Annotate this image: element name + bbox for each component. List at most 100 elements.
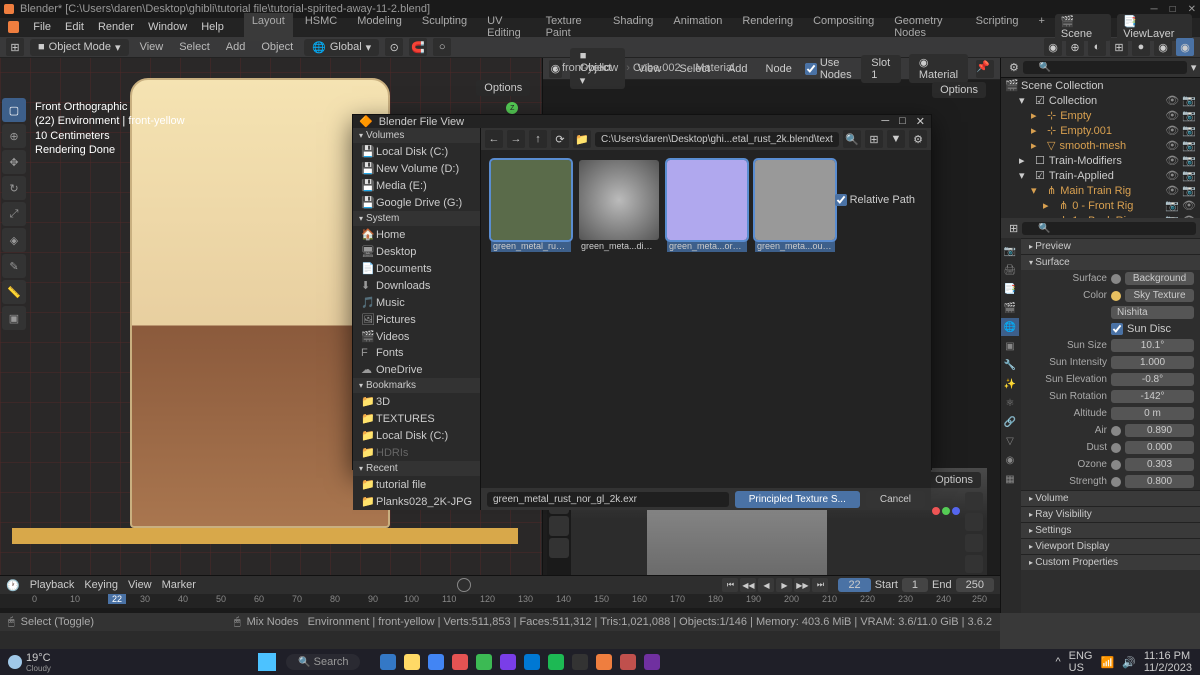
- slider[interactable]: 0.890: [1125, 424, 1194, 437]
- material-tab-icon[interactable]: ◉: [1001, 451, 1019, 469]
- slot-select[interactable]: Slot 1: [861, 55, 901, 83]
- outliner-row[interactable]: ▸⊹Empty.001👁 📷: [1001, 123, 1200, 138]
- jump-end-icon[interactable]: ⏭: [812, 578, 828, 592]
- keyframe-prev-icon[interactable]: ◀◀: [740, 578, 756, 592]
- proportional-icon[interactable]: ○: [433, 38, 451, 56]
- panel-preview[interactable]: Preview: [1021, 238, 1200, 254]
- overlay-toggle-icon[interactable]: ⊕: [1066, 38, 1084, 56]
- slider[interactable]: 0.000: [1125, 441, 1194, 454]
- accept-button[interactable]: Principled Texture S...: [735, 491, 860, 508]
- autokey-icon[interactable]: [457, 578, 471, 592]
- props-search[interactable]: [1022, 222, 1196, 235]
- panel-viewport[interactable]: Viewport Display: [1021, 538, 1200, 554]
- volume-item[interactable]: 💾Media (E:): [353, 177, 480, 194]
- file-grid[interactable]: Relative Path green_metal_rust_diff_2...…: [481, 150, 931, 488]
- filename-input[interactable]: [487, 492, 729, 507]
- outliner-row[interactable]: ▸⋔0 - Front Rig📷 👁: [1001, 198, 1200, 213]
- volumes-header[interactable]: Volumes: [353, 128, 480, 143]
- workspace-add[interactable]: +: [1030, 13, 1052, 41]
- panel-volume[interactable]: Volume: [1021, 490, 1200, 506]
- zoom-gizmo-icon[interactable]: [965, 492, 983, 510]
- data-tab-icon[interactable]: ▽: [1001, 432, 1019, 450]
- scale-tool[interactable]: ⤢: [2, 202, 26, 226]
- workspace-tab[interactable]: Sculpting: [414, 13, 475, 41]
- volume-item[interactable]: 💾New Volume (D:): [353, 160, 480, 177]
- taskbar-app-icon[interactable]: [476, 654, 492, 670]
- workspace-tab[interactable]: HSMC: [297, 13, 345, 41]
- system-item[interactable]: 🎵Music: [353, 294, 480, 311]
- taskbar-app-icon[interactable]: [428, 654, 444, 670]
- pivot-icon[interactable]: ⊙: [385, 38, 403, 56]
- jump-start-icon[interactable]: ⏮: [722, 578, 738, 592]
- object-tab-icon[interactable]: ▣: [1001, 337, 1019, 355]
- scene-select[interactable]: 🎬 Scene: [1055, 14, 1111, 41]
- volume-icon[interactable]: 🔊: [1122, 656, 1136, 669]
- shading-solid-icon[interactable]: ●: [1132, 38, 1150, 56]
- scene-tab-icon[interactable]: 🎬: [1001, 299, 1019, 317]
- modifier-tab-icon[interactable]: 🔧: [1001, 356, 1019, 374]
- nav-up-button[interactable]: ↑: [529, 130, 547, 148]
- menu-window[interactable]: Window: [142, 19, 193, 35]
- add-cube-tool[interactable]: ▣: [2, 306, 26, 330]
- outliner-row[interactable]: ▾⋔Main Train Rig👁 📷: [1001, 183, 1200, 198]
- color-value[interactable]: Sky Texture: [1125, 289, 1194, 302]
- volume-item[interactable]: 💾Google Drive (G:): [353, 194, 480, 211]
- output-tab-icon[interactable]: 🖨: [1001, 261, 1019, 279]
- sky-preset[interactable]: Nishita: [1111, 306, 1194, 319]
- taskbar-app-icon[interactable]: [404, 654, 420, 670]
- settings-icon[interactable]: ⚙: [909, 130, 927, 148]
- start-button[interactable]: [258, 653, 276, 671]
- fb-minimize-button[interactable]: ─: [881, 115, 889, 128]
- panel-surface[interactable]: Surface: [1021, 254, 1200, 270]
- surface-value[interactable]: Background: [1125, 272, 1194, 285]
- bookmark-item[interactable]: 📁TEXTURES: [353, 410, 480, 427]
- weather-widget[interactable]: 19°CCloudy: [8, 652, 51, 673]
- mode-select[interactable]: ■ Object Mode ▾: [30, 39, 129, 56]
- display-mode-icon[interactable]: ⊞: [865, 130, 883, 148]
- material-select[interactable]: ◉ Material: [909, 54, 968, 83]
- panel-rayvis[interactable]: Ray Visibility: [1021, 506, 1200, 522]
- search-icon[interactable]: 🔍: [843, 130, 861, 148]
- recent-item[interactable]: 📁tutorial file: [353, 476, 480, 493]
- workspace-tab[interactable]: Geometry Nodes: [886, 13, 963, 41]
- taskbar-app-icon[interactable]: [596, 654, 612, 670]
- timeline-view[interactable]: View: [128, 579, 152, 591]
- taskbar-app-icon[interactable]: [620, 654, 636, 670]
- outliner-row[interactable]: ▸☐Train-Modifiers👁 📷: [1001, 153, 1200, 168]
- system-item[interactable]: ☁OneDrive: [353, 361, 480, 378]
- file-thumbnail[interactable]: green_metal_rust_diff_2...: [491, 160, 571, 252]
- node-node-menu[interactable]: Node: [761, 61, 797, 77]
- workspace-tab[interactable]: Texture Paint: [538, 13, 601, 41]
- outliner-row[interactable]: ▾☑Train-Applied👁 📷: [1001, 168, 1200, 183]
- cancel-button[interactable]: Cancel: [866, 491, 925, 508]
- system-item[interactable]: 🖼Pictures: [353, 311, 480, 328]
- particles-tab-icon[interactable]: ✨: [1001, 375, 1019, 393]
- workspace-tab[interactable]: Modeling: [349, 13, 410, 41]
- taskbar-app-icon[interactable]: [644, 654, 660, 670]
- timeline-ruler[interactable]: 0 10 22 30 40 50 60 70 80 90 100 110 120…: [0, 594, 1000, 608]
- add-menu[interactable]: Add: [221, 39, 251, 55]
- keyframe-next-icon[interactable]: ▶▶: [794, 578, 810, 592]
- outliner-row[interactable]: ▸⊹Empty👁 📷: [1001, 108, 1200, 123]
- menu-help[interactable]: Help: [195, 19, 230, 35]
- file-thumbnail[interactable]: green_meta...or_gl_2k.exr: [667, 160, 747, 252]
- blender-logo-icon[interactable]: [8, 21, 19, 33]
- outliner-search[interactable]: [1023, 61, 1187, 74]
- workspace-tab[interactable]: UV Editing: [479, 13, 533, 41]
- path-input[interactable]: [595, 132, 839, 147]
- workspace-tab[interactable]: Compositing: [805, 13, 882, 41]
- props-tabs-icon[interactable]: ⊞: [1005, 222, 1022, 235]
- timeline-playback[interactable]: Playback: [30, 579, 75, 591]
- taskbar-app-icon[interactable]: [572, 654, 588, 670]
- timeline-marker[interactable]: Marker: [162, 579, 196, 591]
- filter-toggle-icon[interactable]: ▾: [1187, 61, 1200, 74]
- select-box-tool[interactable]: ▢: [2, 98, 26, 122]
- world-tab-icon[interactable]: 🌐: [1001, 318, 1019, 336]
- slider[interactable]: 0 m: [1111, 407, 1194, 420]
- filter-icon[interactable]: ▼: [887, 130, 905, 148]
- axis-balls[interactable]: [931, 506, 961, 518]
- taskbar-app-icon[interactable]: [452, 654, 468, 670]
- system-item[interactable]: 📄Documents: [353, 260, 480, 277]
- fb-close-button[interactable]: ✕: [916, 115, 925, 128]
- constraints-tab-icon[interactable]: 🔗: [1001, 413, 1019, 431]
